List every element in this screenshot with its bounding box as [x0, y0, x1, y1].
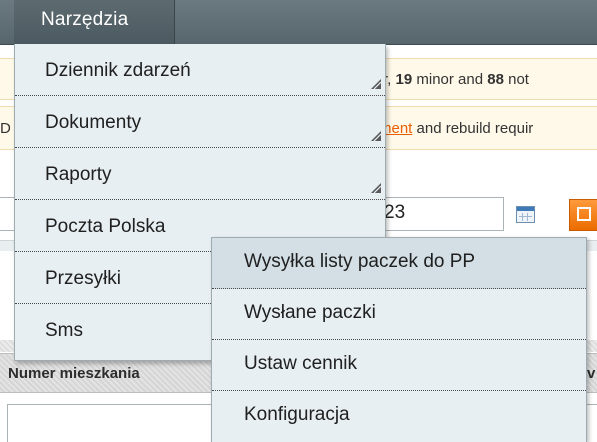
column-header-fragment[interactable]: v: [587, 365, 595, 382]
date-filter-value: 23: [384, 202, 406, 223]
menu-item-raporty[interactable]: Raporty: [15, 148, 385, 200]
menu-item-dziennik-zdarzen[interactable]: Dziennik zdarzeń: [15, 44, 385, 96]
menu-item-label: Dziennik zdarzeń: [45, 60, 191, 81]
column-header-numer-mieszkania[interactable]: Numer mieszkania: [8, 365, 140, 382]
menu-item-label: Dokumenty: [45, 112, 142, 133]
refresh-button[interactable]: [569, 199, 597, 231]
notice-edge-text: D: [0, 120, 11, 137]
submenu-item-wyslane-paczki[interactable]: Wysłane paczki: [212, 289, 586, 340]
menu-item-label: Raporty: [45, 164, 112, 185]
refresh-icon: [577, 207, 591, 221]
submenu-item-wysylka-listy-paczek[interactable]: Wysyłka listy paczek do PP: [212, 238, 586, 289]
submenu-item-ustaw-cennik[interactable]: Ustaw cennik: [212, 340, 586, 391]
menu-item-label: Przesyłki: [45, 268, 122, 289]
submenu-item-konfiguracja[interactable]: Konfiguracja: [212, 391, 586, 442]
notice-text: r, 19 minor and 88 not: [383, 71, 529, 88]
menu-item-label: Poczta Polska: [45, 216, 166, 237]
submenu-indicator-icon: [371, 79, 381, 89]
submenu-item-label: Ustaw cennik: [244, 353, 357, 374]
submenu-item-label: Wysyłka listy paczek do PP: [244, 251, 476, 272]
menu-item-dokumenty[interactable]: Dokumenty: [15, 96, 385, 148]
submenu-item-label: Konfiguracja: [244, 404, 350, 425]
notice-text: ment and rebuild requir: [379, 120, 534, 137]
menu-item-label: Sms: [45, 320, 83, 341]
nav-tab-narzedzia[interactable]: Narzędzia: [14, 0, 175, 44]
submenu-indicator-icon: [371, 183, 381, 193]
submenu-indicator-icon: [371, 131, 381, 141]
nav-tab-label: Narzędzia: [41, 9, 129, 30]
top-navigation-bar: Narzędzia: [0, 0, 597, 45]
poczta-polska-submenu: Wysyłka listy paczek do PP Wysłane paczk…: [211, 237, 587, 442]
calendar-icon[interactable]: [516, 206, 535, 223]
submenu-item-label: Wysłane paczki: [244, 302, 376, 323]
